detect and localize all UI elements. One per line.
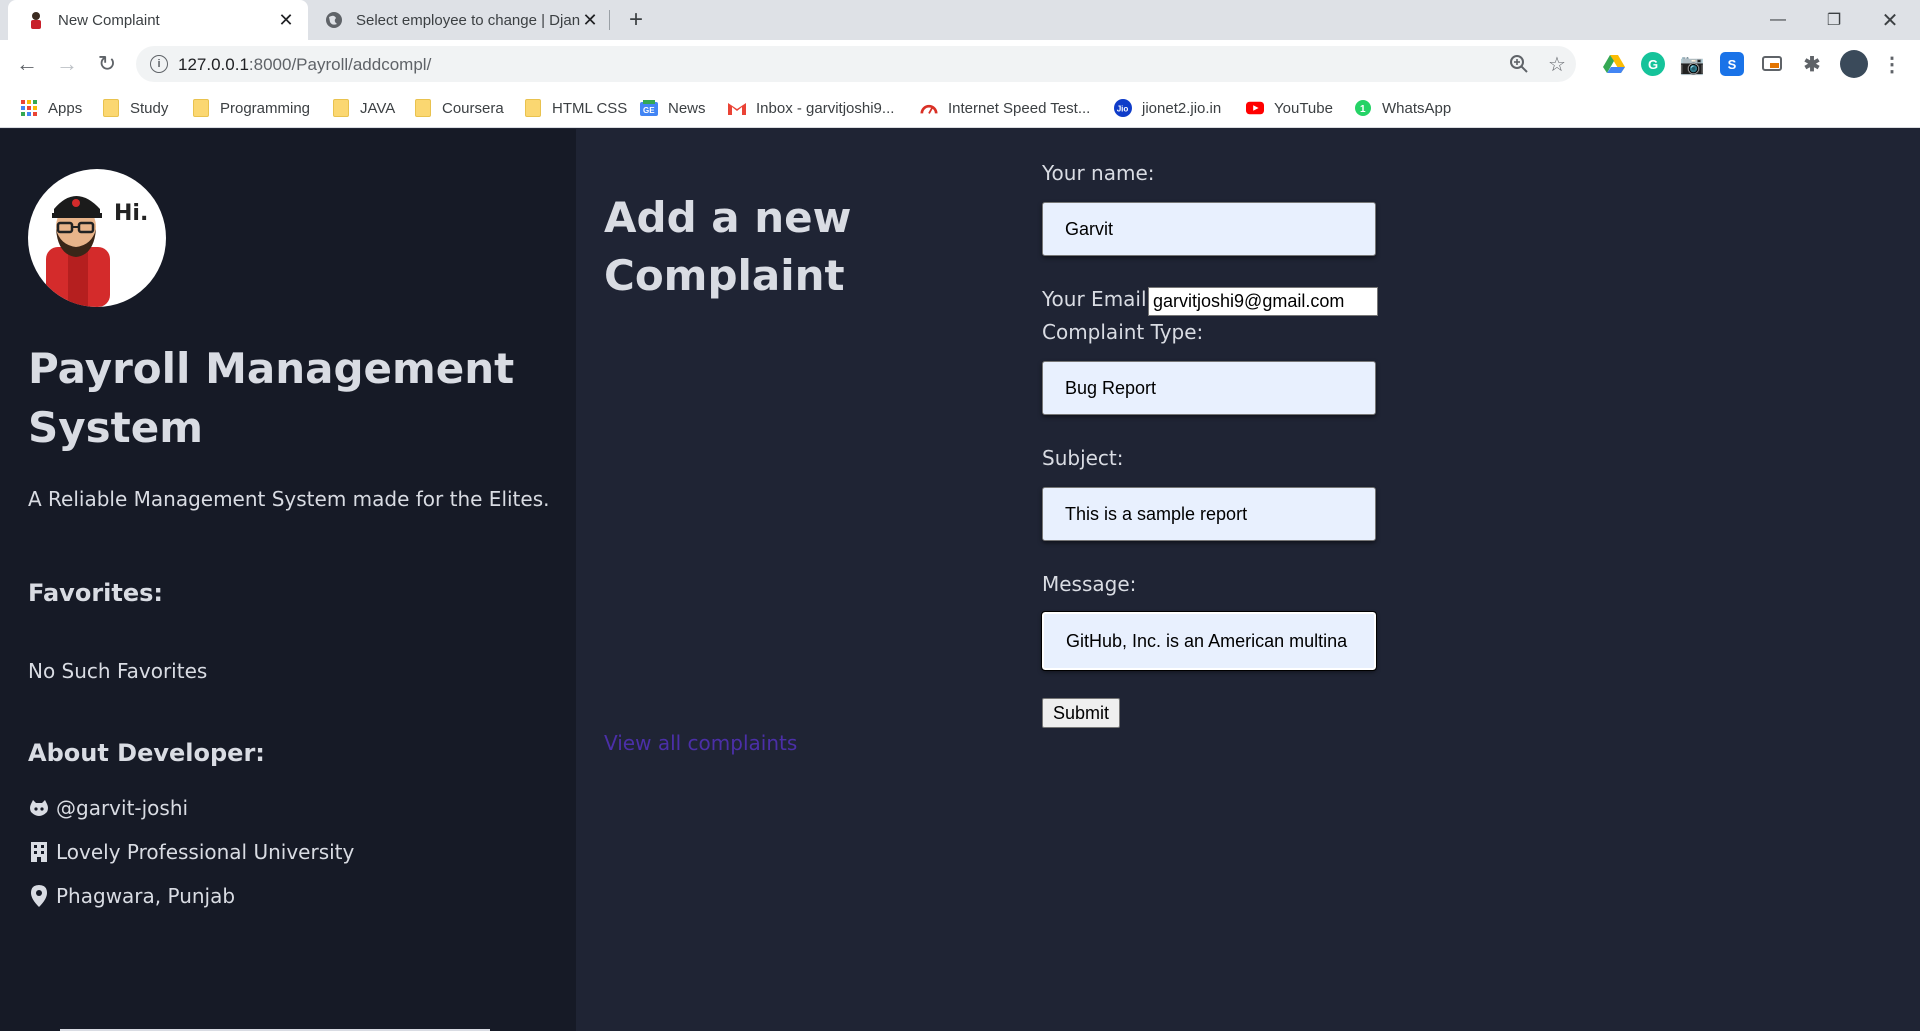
zoom-icon[interactable] (1508, 53, 1530, 75)
avatar-greeting: Hi. (114, 201, 149, 226)
bookmark-study[interactable]: Study (102, 88, 168, 128)
close-tab-icon[interactable]: ✕ (580, 10, 600, 30)
complaint-type-label: Complaint Type: (1042, 320, 1204, 344)
bookmark-star-icon[interactable]: ☆ (1546, 53, 1568, 76)
tab-title: Select employee to change | Djan (356, 11, 580, 29)
developer-location: Phagwara, Punjab (28, 884, 235, 908)
chrome-menu-icon[interactable]: ⋮ (1880, 52, 1904, 76)
jio-icon: Jio (1114, 99, 1132, 117)
bookmarks-bar: Apps Study Programming JAVA Coursera HTM… (0, 88, 1920, 128)
folder-icon (332, 99, 350, 117)
address-url: 127.0.0.1:8000/Payroll/addcompl/ (178, 55, 432, 74)
complaint-type-input[interactable]: Bug Report (1042, 361, 1376, 415)
email-label: Your Email: (1042, 287, 1154, 311)
bookmark-apps[interactable]: Apps (20, 88, 82, 128)
email-input[interactable]: garvitjoshi9@gmail.com (1148, 287, 1378, 316)
svg-text:GE: GE (643, 106, 655, 115)
reload-icon[interactable]: ↻ (92, 49, 122, 79)
google-drive-icon[interactable] (1602, 52, 1626, 76)
whatsapp-icon: 1 (1354, 99, 1372, 117)
skype-extension-icon[interactable]: S (1720, 52, 1744, 76)
forward-icon[interactable]: → (52, 49, 82, 79)
building-icon (28, 841, 50, 863)
bookmark-speed-test[interactable]: Internet Speed Test... (920, 88, 1090, 128)
developer-university: Lovely Professional University (28, 840, 354, 864)
bookmark-coursera[interactable]: Coursera (414, 88, 504, 128)
bookmark-youtube[interactable]: YouTube (1246, 88, 1333, 128)
bookmark-gmail[interactable]: Inbox - garvitjoshi9... (728, 88, 894, 128)
window-close-icon[interactable]: ✕ (1862, 0, 1918, 40)
folder-icon (192, 99, 210, 117)
message-input[interactable]: GitHub, Inc. is an American multina (1041, 611, 1377, 671)
site-title: Payroll Management System (28, 344, 515, 452)
svg-text:1: 1 (1360, 104, 1366, 115)
submit-button[interactable]: Submit (1042, 698, 1120, 728)
tab-select-employee[interactable]: Select employee to change | Djan ✕ (312, 0, 612, 40)
grammarly-icon[interactable]: G (1641, 52, 1665, 76)
gmail-icon (728, 99, 746, 117)
view-all-complaints-link[interactable]: View all complaints (604, 731, 797, 755)
map-pin-icon (28, 885, 50, 907)
bookmark-jionet[interactable]: Jio jionet2.jio.in (1114, 88, 1221, 128)
globe-icon (324, 10, 344, 30)
profile-avatar[interactable] (1840, 50, 1868, 78)
tab-strip: New Complaint ✕ Select employee to chang… (0, 0, 1920, 40)
page-title: Add a new Complaint (604, 193, 852, 300)
name-label: Your name: (1042, 161, 1155, 185)
bookmark-news[interactable]: GE News (640, 88, 706, 128)
site-info-icon[interactable]: i (150, 55, 168, 73)
tab-title: New Complaint (58, 11, 160, 29)
folder-icon (414, 99, 432, 117)
favorites-empty-text: No Such Favorites (28, 659, 208, 683)
cast-icon[interactable] (1760, 52, 1784, 76)
youtube-icon (1246, 99, 1264, 117)
about-developer-heading: About Developer: (28, 739, 265, 767)
new-tab-button[interactable]: + (622, 6, 650, 34)
google-news-icon: GE (640, 99, 658, 117)
subject-input[interactable]: This is a sample report (1042, 487, 1376, 541)
folder-icon (524, 99, 542, 117)
restore-icon[interactable]: ❐ (1806, 0, 1862, 40)
sidebar: Hi. Payroll Management System A Reliable… (0, 129, 576, 1031)
apps-grid-icon (20, 99, 38, 117)
speedometer-icon (920, 99, 938, 117)
svg-text:Jio: Jio (1117, 105, 1129, 114)
github-icon (28, 797, 50, 819)
site-tagline: A Reliable Management System made for th… (28, 487, 550, 511)
bookmark-programming[interactable]: Programming (192, 88, 310, 128)
subject-label: Subject: (1042, 446, 1124, 470)
message-label: Message: (1042, 572, 1137, 596)
bookmark-html-css[interactable]: HTML CSS (524, 88, 627, 128)
extensions-puzzle-icon[interactable]: ✱ (1800, 52, 1824, 76)
bookmark-whatsapp[interactable]: 1 WhatsApp (1354, 88, 1451, 128)
name-input[interactable]: Garvit (1042, 202, 1376, 256)
main-content: Add a new Complaint View all complaints … (576, 129, 1920, 1031)
folder-icon (102, 99, 120, 117)
address-bar[interactable]: i 127.0.0.1:8000/Payroll/addcompl/ ☆ (136, 46, 1576, 82)
site-favicon-icon (26, 10, 46, 30)
back-icon[interactable]: ← (12, 49, 42, 79)
developer-github: @garvit-joshi (28, 796, 188, 820)
bookmark-java[interactable]: JAVA (332, 88, 395, 128)
tab-new-complaint[interactable]: New Complaint ✕ (8, 0, 308, 40)
camera-icon[interactable]: 📷 (1680, 52, 1705, 76)
minimize-icon[interactable]: — (1750, 0, 1806, 40)
close-tab-icon[interactable]: ✕ (276, 10, 296, 30)
browser-toolbar: ← → ↻ i 127.0.0.1:8000/Payroll/addcompl/… (0, 40, 1920, 88)
avatar: Hi. (28, 169, 166, 307)
favorites-heading: Favorites: (28, 579, 164, 607)
